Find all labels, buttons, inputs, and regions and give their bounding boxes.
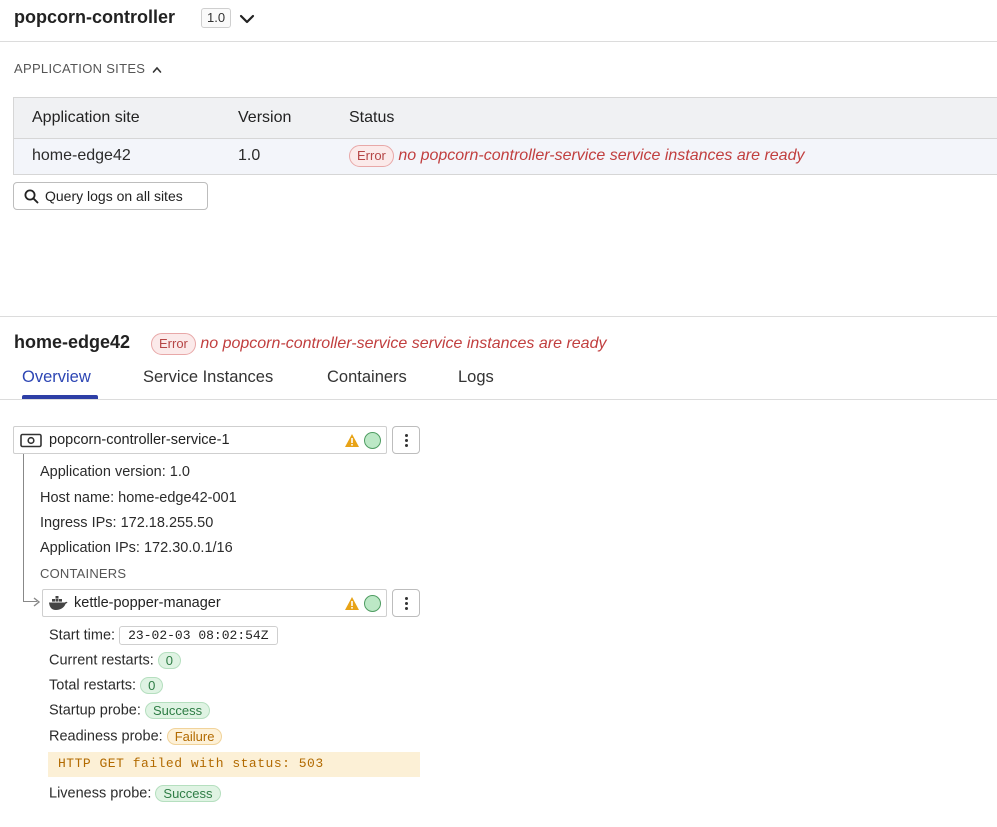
start-time-label: Start time: bbox=[49, 627, 116, 644]
current-restarts-label: Current restarts: bbox=[49, 652, 154, 669]
column-header-status[interactable]: Status bbox=[349, 109, 394, 127]
container-name: kettle-popper-manager bbox=[74, 595, 221, 611]
startup-probe-label: Startup probe: bbox=[49, 702, 141, 719]
liveness-probe-label: Liveness probe: bbox=[49, 785, 152, 802]
version-badge: 1.0 bbox=[201, 8, 232, 28]
container-menu-button[interactable] bbox=[392, 589, 420, 617]
current-restarts-row: Current restarts: 0 bbox=[49, 652, 182, 669]
app-title: popcorn-controller bbox=[14, 7, 175, 27]
column-header-site[interactable]: Application site bbox=[32, 109, 140, 127]
status-ok-icon bbox=[364, 595, 381, 612]
total-restarts-row: Total restarts: 0 bbox=[49, 677, 164, 694]
readiness-probe-badge: Failure bbox=[166, 728, 223, 745]
service-instance-name: popcorn-controller-service-1 bbox=[49, 432, 230, 448]
docker-icon bbox=[49, 596, 68, 610]
tab-bar: Overview Service Instances Containers Lo… bbox=[0, 360, 997, 400]
status-ok-icon bbox=[364, 432, 381, 449]
section-divider bbox=[0, 316, 997, 317]
tab-overview[interactable]: Overview bbox=[22, 368, 91, 387]
startup-probe-badge: Success bbox=[144, 702, 211, 719]
start-time-row: Start time: 23-02-03 08:02:54Z bbox=[49, 626, 278, 645]
table-row[interactable]: home-edge42 1.0 Error no popcorn-control… bbox=[14, 139, 997, 174]
sites-table: Application site Version Status home-edg… bbox=[13, 97, 997, 175]
tab-service-instances[interactable]: Service Instances bbox=[143, 368, 273, 387]
column-header-version[interactable]: Version bbox=[238, 109, 291, 127]
app-ips-text: Application IPs: 172.30.0.1/16 bbox=[40, 540, 233, 556]
containers-label: CONTAINERS bbox=[40, 566, 127, 581]
ingress-ips-text: Ingress IPs: 172.18.255.50 bbox=[40, 515, 214, 531]
service-instance-node[interactable]: popcorn-controller-service-1 bbox=[13, 426, 387, 454]
app-version-text: Application version: 1.0 bbox=[40, 464, 190, 480]
readiness-probe-row: Readiness probe: Failure bbox=[49, 728, 223, 745]
tab-containers[interactable]: Containers bbox=[327, 368, 407, 387]
warning-icon bbox=[345, 434, 359, 447]
tree-arrow-icon bbox=[33, 597, 41, 607]
total-restarts-badge: 0 bbox=[140, 677, 164, 694]
readiness-probe-label: Readiness probe: bbox=[49, 728, 163, 745]
readiness-failure-message: HTTP GET failed with status: 503 bbox=[48, 752, 420, 777]
status-cell: Error no popcorn-controller-service serv… bbox=[349, 145, 804, 167]
startup-probe-row: Startup probe: Success bbox=[49, 702, 211, 719]
tab-logs[interactable]: Logs bbox=[458, 368, 494, 387]
section-label: APPLICATION SITES bbox=[14, 61, 146, 76]
liveness-probe-row: Liveness probe: Success bbox=[49, 785, 221, 802]
service-menu-button[interactable] bbox=[392, 426, 420, 454]
container-node[interactable]: kettle-popper-manager bbox=[42, 589, 387, 617]
status-message: no popcorn-controller-service service in… bbox=[398, 147, 805, 164]
tree-connector bbox=[23, 454, 24, 602]
table-header: Application site Version Status bbox=[14, 98, 997, 139]
error-badge: Error bbox=[349, 145, 394, 167]
start-time-value: 23-02-03 08:02:54Z bbox=[119, 626, 278, 645]
app-header: popcorn-controller 1.0 bbox=[0, 0, 997, 42]
warning-icon bbox=[345, 597, 359, 610]
chevron-up-icon bbox=[152, 66, 162, 73]
liveness-probe-badge: Success bbox=[155, 785, 221, 802]
site-name-cell: home-edge42 bbox=[32, 147, 131, 164]
site-title: home-edge42 bbox=[14, 332, 131, 352]
query-logs-button[interactable]: Query logs on all sites bbox=[13, 182, 208, 210]
version-cell: 1.0 bbox=[238, 147, 261, 164]
current-restarts-badge: 0 bbox=[157, 652, 182, 669]
host-name-text: Host name: home-edge42-001 bbox=[40, 490, 237, 506]
search-icon bbox=[24, 189, 39, 204]
error-badge: Error bbox=[151, 333, 196, 355]
application-sites-toggle[interactable]: APPLICATION SITES bbox=[14, 61, 162, 76]
query-logs-label: Query logs on all sites bbox=[45, 188, 183, 204]
active-tab-indicator bbox=[22, 395, 98, 399]
chevron-down-icon[interactable] bbox=[238, 12, 256, 26]
total-restarts-label: Total restarts: bbox=[49, 677, 137, 694]
site-status-message: no popcorn-controller-service service in… bbox=[200, 335, 607, 352]
service-icon bbox=[20, 433, 42, 448]
site-status: Error no popcorn-controller-service serv… bbox=[151, 333, 606, 355]
